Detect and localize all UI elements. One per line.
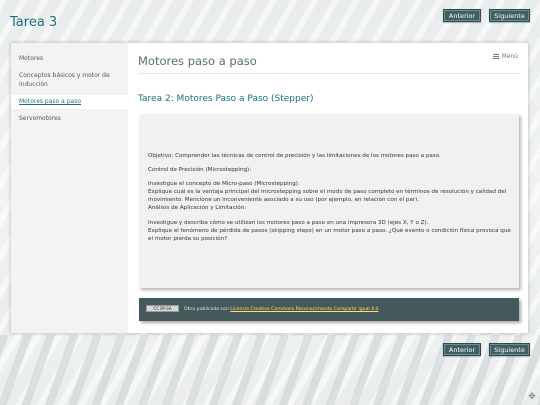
license-bar: CC BY-SA Obra publicada con Licencia Crea… — [139, 298, 519, 321]
license-link[interactable]: Licencia Creative Commons Reconocimiento… — [230, 307, 378, 312]
task-paragraph: Explique cuál es la ventaja principal de… — [148, 189, 507, 204]
cc-license-icon: CC BY-SA — [146, 305, 179, 312]
page-title: Motores paso a paso — [138, 54, 257, 68]
menu-button[interactable]: Menú — [492, 53, 518, 60]
next-button-label: Siguiente — [490, 344, 529, 355]
prev-button-top[interactable]: Anterior — [443, 9, 481, 22]
task-box: Objetivo: Comprender las técnicas de con… — [139, 114, 519, 288]
next-button-top[interactable]: Siguiente — [489, 9, 530, 22]
sidebar-item-motores[interactable]: Motores — [11, 53, 128, 71]
next-button-label: Siguiente — [490, 10, 529, 21]
prev-button-label: Anterior — [444, 10, 480, 21]
prev-button-bottom[interactable]: Anterior — [443, 343, 481, 356]
task-objective: Objetivo: Comprender las técnicas de con… — [148, 153, 441, 159]
task-section-heading: Control de Precisión (Microstepping): — [148, 167, 252, 174]
license-prefix: Obra publicada con — [184, 307, 229, 312]
sidebar-item-paso-a-paso[interactable]: Motores paso a paso — [11, 95, 128, 109]
main-container: Motores Conceptos básicos y motor de ind… — [11, 43, 528, 333]
content-area: Motores paso a paso Menú Tarea 2: Motore… — [128, 43, 528, 333]
resize-grip-icon[interactable]: ✥ — [527, 392, 537, 402]
title-divider — [138, 73, 519, 74]
next-button-bottom[interactable]: Siguiente — [489, 343, 530, 356]
task-paragraph: Investigue el concepto de Micro-paso (Mi… — [148, 181, 300, 188]
sidebar-item-servomotores[interactable]: Servomotores — [11, 114, 128, 123]
task-paragraph: Explique el fenómeno de pérdida de pasos… — [148, 227, 511, 242]
hamburger-icon — [492, 53, 499, 60]
task-section-heading: Análisis de Aplicación y Limitación: — [148, 205, 247, 212]
site-title: Tarea 3 — [10, 15, 58, 30]
sidebar-item-conceptos[interactable]: Conceptos básicos y motor de inducción — [11, 71, 128, 95]
menu-label: Menú — [501, 53, 518, 60]
prev-button-label: Anterior — [444, 344, 480, 355]
sidebar: Motores Conceptos básicos y motor de ind… — [11, 43, 128, 333]
task-paragraph: Investigue y describa cómo se utilizan l… — [148, 219, 429, 226]
task-title: Tarea 2: Motores Paso a Paso (Stepper) — [138, 94, 314, 104]
